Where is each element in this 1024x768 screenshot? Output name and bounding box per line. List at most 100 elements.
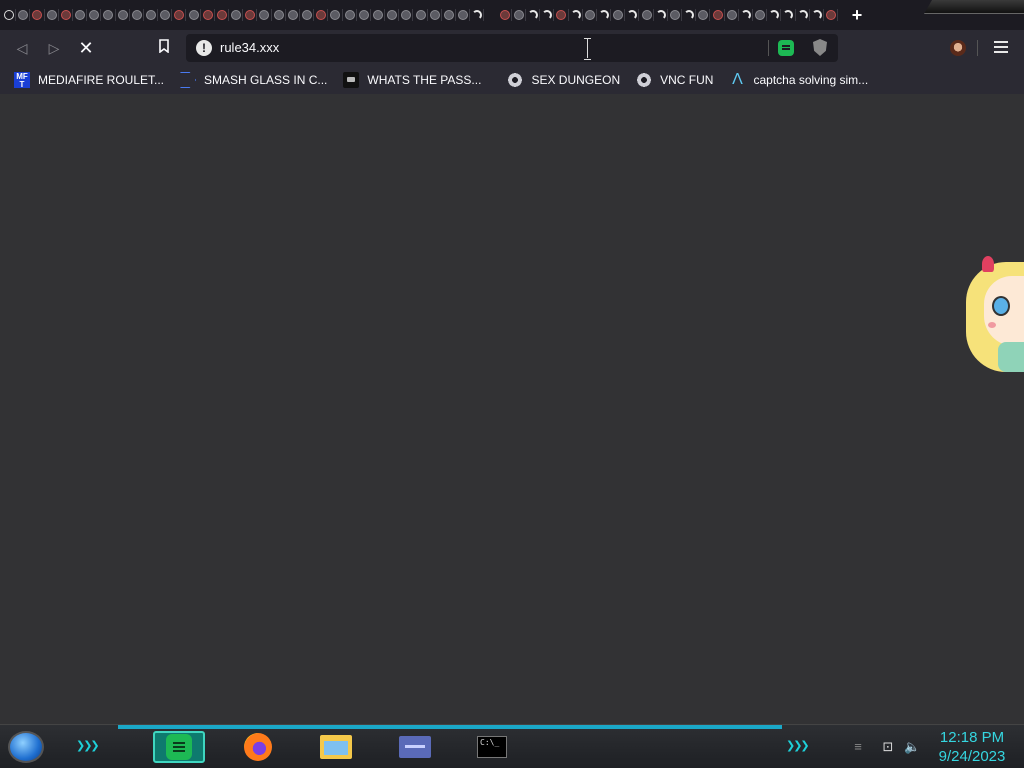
browser-tab[interactable] (257, 2, 272, 28)
browser-tab[interactable] (442, 2, 457, 28)
page-content (0, 94, 1024, 724)
browser-tab[interactable] (682, 2, 697, 28)
url-bar[interactable]: ! rule34.xxx (186, 34, 838, 62)
browser-tab[interactable] (428, 2, 443, 28)
browser-tab[interactable] (696, 2, 711, 28)
browser-tab[interactable] (810, 2, 825, 28)
tab-favicon-icon (117, 10, 128, 20)
browser-tab[interactable] (186, 2, 201, 28)
browser-tab[interactable] (59, 2, 74, 28)
gear-icon (507, 72, 524, 88)
taskbar-control-panel[interactable] (390, 731, 440, 763)
browser-tab[interactable] (116, 2, 130, 28)
browser-tab[interactable] (73, 2, 88, 28)
browser-tab[interactable] (371, 2, 386, 28)
browser-tab[interactable] (456, 2, 471, 28)
browser-tab[interactable] (583, 2, 598, 28)
taskbar-command-prompt[interactable]: C:\_ (466, 731, 518, 763)
browser-tab[interactable] (144, 2, 159, 28)
taskbar-spotify[interactable] (153, 731, 205, 763)
new-tab-button[interactable]: + (846, 4, 868, 26)
browser-tab[interactable] (272, 2, 286, 28)
bookmark-label: SMASH GLASS IN C... (204, 73, 328, 87)
browser-tab[interactable] (526, 2, 541, 28)
browser-tab[interactable] (130, 2, 145, 28)
bookmark-label: captcha solving sim... (753, 73, 869, 87)
bookmark-sex-dungeon[interactable]: SEX DUNGEON (507, 69, 620, 91)
browser-tab[interactable] (739, 2, 754, 28)
tab-favicon-icon (174, 10, 185, 20)
browser-tab[interactable] (385, 2, 400, 28)
browser-tab[interactable] (300, 2, 315, 28)
browser-tab[interactable] (654, 2, 669, 28)
browser-tab[interactable] (45, 2, 59, 28)
volume-icon[interactable]: 🔈 (904, 740, 920, 754)
profile-avatar[interactable] (950, 40, 966, 56)
bookmark-page-button[interactable] (154, 38, 174, 58)
browser-tab[interactable] (781, 2, 796, 28)
tab-favicon-icon (216, 10, 227, 20)
browser-tab[interactable] (753, 2, 768, 28)
browser-tab[interactable] (172, 2, 187, 28)
bookmark-vnc-fun[interactable]: VNC FUN (636, 69, 713, 91)
browser-tab[interactable] (243, 2, 258, 28)
browser-tab[interactable] (668, 2, 683, 28)
browser-tab[interactable] (625, 2, 640, 28)
taskbar-file-explorer[interactable] (316, 731, 356, 763)
tab-favicon-icon (755, 10, 766, 20)
shield-icon[interactable] (813, 39, 827, 56)
start-button[interactable] (8, 731, 44, 763)
browser-tab[interactable] (470, 2, 485, 28)
tab-favicon-icon (556, 10, 567, 20)
browser-tab[interactable] (597, 2, 612, 28)
tray-overflow-icon[interactable]: ≡ (850, 740, 866, 754)
forward-button[interactable]: ▷ (44, 38, 64, 58)
clock-time[interactable]: 12:18 PM (930, 729, 1014, 746)
browser-tab[interactable] (710, 2, 725, 28)
browser-tab[interactable] (286, 2, 301, 28)
browser-tab[interactable] (512, 2, 527, 28)
browser-tab[interactable] (357, 2, 372, 28)
browser-tab[interactable] (413, 2, 428, 28)
browser-tab[interactable] (229, 2, 244, 28)
browser-tab[interactable] (554, 2, 569, 28)
back-button[interactable]: ◁ (12, 38, 32, 58)
browser-tab[interactable] (87, 2, 102, 28)
bookmark-smash-glass[interactable]: SMASH GLASS IN C... (180, 69, 327, 91)
browser-tab[interactable] (611, 2, 626, 28)
browser-tab[interactable] (725, 2, 739, 28)
extension-green-icon[interactable] (778, 40, 794, 56)
browser-tab[interactable] (16, 2, 31, 28)
taskbar-firefox[interactable] (240, 731, 276, 763)
site-info-icon[interactable]: ! (196, 40, 212, 56)
bookmark-mediafire[interactable]: MF T MEDIAFIRE ROULET... (14, 69, 164, 91)
browser-tab[interactable] (2, 2, 17, 28)
window-controls[interactable] (924, 0, 1024, 14)
tab-favicon-icon (429, 10, 440, 20)
stop-loading-button[interactable]: ✕ (76, 38, 96, 58)
browser-tab[interactable] (569, 2, 583, 28)
url-text[interactable]: rule34.xxx (220, 40, 279, 55)
browser-tab[interactable] (328, 2, 343, 28)
browser-tab[interactable] (639, 2, 654, 28)
browser-tab[interactable] (343, 2, 357, 28)
browser-tab[interactable] (215, 2, 230, 28)
bookmark-captcha[interactable]: Λ captcha solving sim... (729, 69, 868, 91)
clock-date[interactable]: 9/24/2023 (930, 748, 1014, 765)
bookmark-whats-the-pass[interactable]: WHATS THE PASS... (343, 69, 481, 91)
browser-tab[interactable] (158, 2, 173, 28)
browser-tab[interactable] (498, 2, 512, 28)
browser-tab[interactable] (399, 2, 414, 28)
browser-tab[interactable] (30, 2, 45, 28)
browser-tab[interactable] (540, 2, 555, 28)
hamburger-menu-icon[interactable] (994, 41, 1008, 53)
browser-tab[interactable] (201, 2, 216, 28)
network-icon[interactable]: ⊡ (880, 740, 896, 754)
tab-favicon-icon (698, 10, 709, 20)
browser-tab[interactable] (767, 2, 782, 28)
browser-tab[interactable] (796, 2, 810, 28)
browser-tab[interactable] (101, 2, 116, 28)
browser-tab[interactable] (314, 2, 329, 28)
tab-favicon-icon (160, 10, 171, 20)
browser-tab[interactable] (824, 2, 838, 28)
